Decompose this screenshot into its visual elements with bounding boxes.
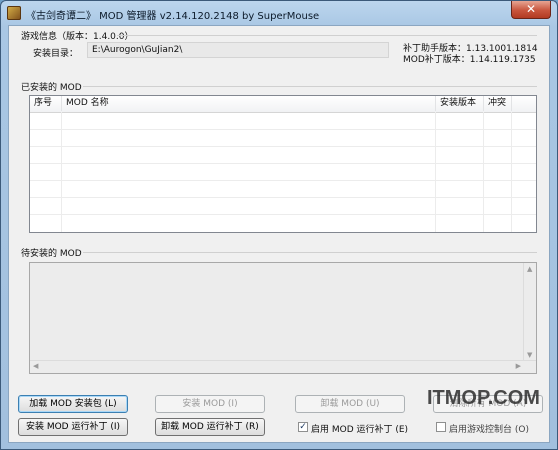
console-label[interactable]: 启用游戏控制台 (O) [449, 422, 529, 435]
grid-line [30, 197, 536, 198]
vertical-scrollbar[interactable]: ▲ ▼ [523, 263, 536, 361]
grid-line [30, 214, 536, 215]
game-info-divider [117, 35, 537, 36]
list-header: 序号 MOD 名称 安装版本 冲突 [30, 96, 536, 113]
grid-line [30, 146, 536, 147]
console-checkbox[interactable] [436, 422, 446, 432]
uninstall-mod-button[interactable]: 卸载 MOD (U) [295, 395, 405, 413]
grid-line [30, 129, 536, 130]
enable-patch-checkbox[interactable]: ✓ [298, 422, 308, 432]
column-header-conflict[interactable]: 冲突 [484, 96, 512, 111]
title-bar[interactable]: 《古剑奇谭二》 MOD 管理器 v2.14.120.2148 by SuperM… [1, 1, 557, 25]
install-dir-value: E:\Aurogon\GuJian2\ [92, 45, 183, 55]
grid-line [30, 163, 536, 164]
column-header-version[interactable]: 安装版本 [436, 96, 484, 111]
watermark-logo: ITMOP.COM [427, 387, 540, 409]
window-title: 《古剑奇谭二》 MOD 管理器 v2.14.120.2148 by SuperM… [26, 11, 320, 22]
app-icon [7, 6, 21, 20]
column-header-index[interactable]: 序号 [30, 96, 62, 111]
uninstall-runtime-patch-button[interactable]: 卸载 MOD 运行补丁 (R) [155, 418, 265, 436]
load-mod-package-button[interactable]: 加载 MOD 安装包 (L) [18, 395, 128, 413]
column-header-name[interactable]: MOD 名称 [62, 96, 436, 111]
install-mod-button[interactable]: 安装 MOD (I) [155, 395, 265, 413]
close-button[interactable]: ✕ [511, 1, 551, 19]
install-dir-label: 安装目录： [33, 49, 79, 59]
installed-mods-header: 已安装的 MOD [21, 83, 82, 93]
horizontal-scrollbar[interactable]: ◀ ▶ [30, 360, 536, 373]
client-area: 游戏信息（版本：1.4.0.0） 安装目录： E:\Aurogon\GuJian… [8, 25, 550, 443]
scroll-down-icon[interactable]: ▼ [527, 351, 532, 359]
grid-line [30, 180, 536, 181]
scroll-right-icon[interactable]: ▶ [516, 362, 521, 370]
installed-divider [83, 86, 537, 87]
pending-mods-header: 待安装的 MOD [21, 249, 82, 259]
install-dir-field: E:\Aurogon\GuJian2\ [87, 42, 389, 58]
main-window: 《古剑奇谭二》 MOD 管理器 v2.14.120.2148 by SuperM… [0, 0, 558, 450]
install-runtime-patch-button[interactable]: 安装 MOD 运行补丁 (I) [18, 418, 128, 436]
mod-patch-version: MOD补丁版本：1.14.119.1735 [403, 55, 536, 65]
scroll-left-icon[interactable]: ◀ [33, 362, 38, 370]
pending-mods-list[interactable]: ▲ ▼ ◀ ▶ [29, 262, 537, 374]
installed-mods-list[interactable]: 序号 MOD 名称 安装版本 冲突 [29, 95, 537, 233]
enable-patch-label[interactable]: 启用 MOD 运行补丁 (E) [311, 422, 408, 435]
scroll-up-icon[interactable]: ▲ [527, 265, 532, 273]
pending-divider [83, 252, 537, 253]
